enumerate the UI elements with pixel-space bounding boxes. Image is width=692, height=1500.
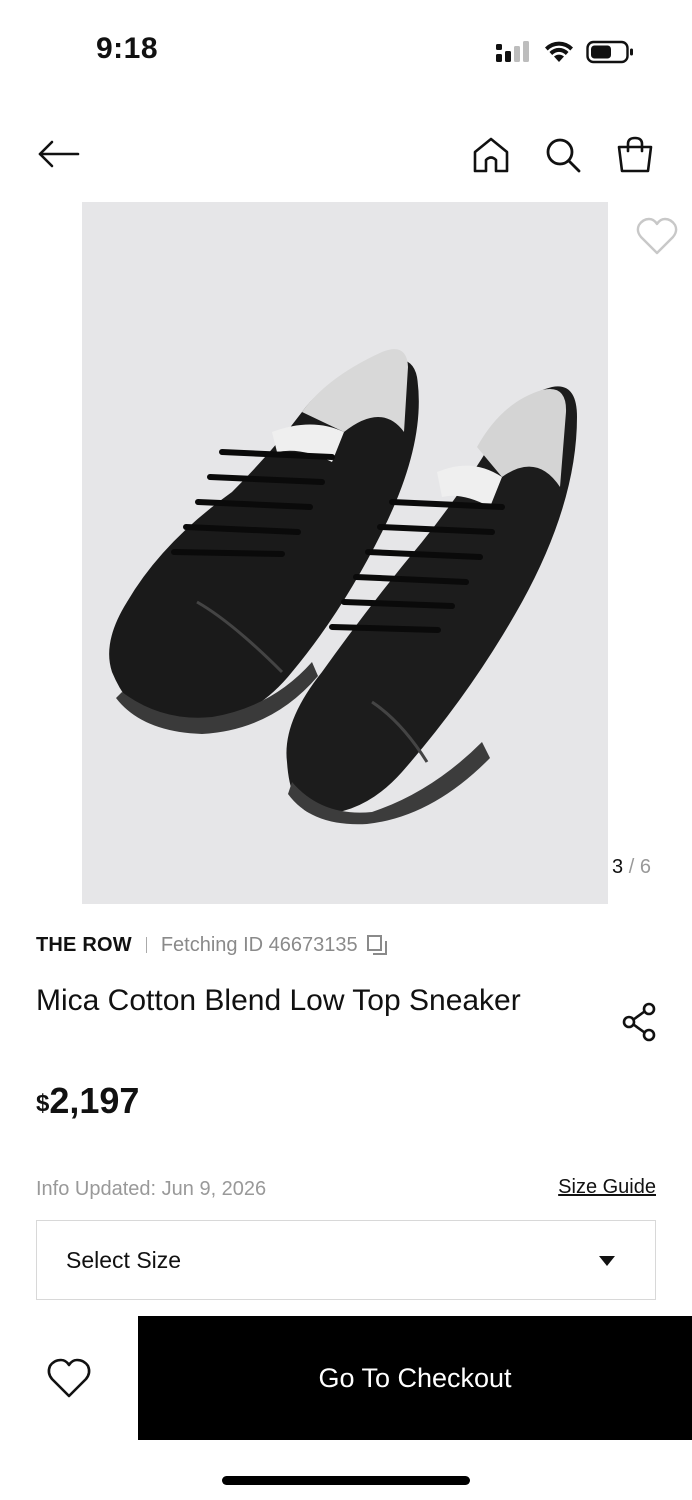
meta-divider (145, 937, 147, 953)
checkout-button[interactable]: Go To Checkout (138, 1316, 692, 1440)
navigation-bar (0, 120, 692, 190)
size-select-label: Select Size (66, 1246, 182, 1273)
image-counter-separator: / (628, 856, 635, 878)
product-meta-row: THE ROW Fetching ID 46673135 (36, 932, 388, 958)
caret-down-icon (599, 1256, 615, 1266)
status-time: 9:18 (96, 32, 159, 65)
brand-name[interactable]: THE ROW (36, 934, 132, 957)
share-icon[interactable] (616, 998, 664, 1046)
shopping-bag-button[interactable] (610, 130, 660, 180)
home-button[interactable] (466, 130, 516, 180)
wishlist-heart-icon[interactable] (634, 214, 680, 260)
home-indicator (222, 1476, 470, 1485)
search-button[interactable] (538, 130, 588, 180)
back-button[interactable] (30, 132, 86, 176)
search-icon (546, 138, 581, 173)
price-amount: 2,197 (49, 1080, 140, 1121)
product-image[interactable] (82, 202, 608, 904)
bottom-action-bar: Go To Checkout (0, 1316, 692, 1440)
arrow-left-icon (38, 140, 80, 168)
home-icon (473, 137, 509, 173)
size-guide-link[interactable]: Size Guide (558, 1176, 656, 1199)
battery-icon (586, 40, 633, 64)
product-price: $ 2,197 (36, 1080, 139, 1122)
shopping-bag-icon (617, 136, 653, 173)
sneakers-illustration (109, 349, 577, 825)
size-select-dropdown[interactable]: Select Size (36, 1220, 656, 1300)
product-title: Mica Cotton Blend Low Top Sneaker (36, 984, 521, 1017)
image-counter-total: 6 (639, 856, 651, 878)
fetching-id: Fetching ID 46673135 (160, 933, 358, 956)
cellular-signal-icon (496, 41, 529, 62)
wifi-icon (545, 41, 573, 62)
image-counter-current: 3 (612, 856, 624, 878)
price-currency: $ (36, 1090, 50, 1117)
status-bar: 9:18 (0, 0, 692, 100)
wishlist-heart-icon[interactable] (44, 1354, 94, 1404)
info-updated: Info Updated: Jun 9, 2026 (36, 1178, 267, 1200)
image-counter: 3 / 6 (612, 856, 651, 879)
copy-icon[interactable] (366, 934, 388, 956)
